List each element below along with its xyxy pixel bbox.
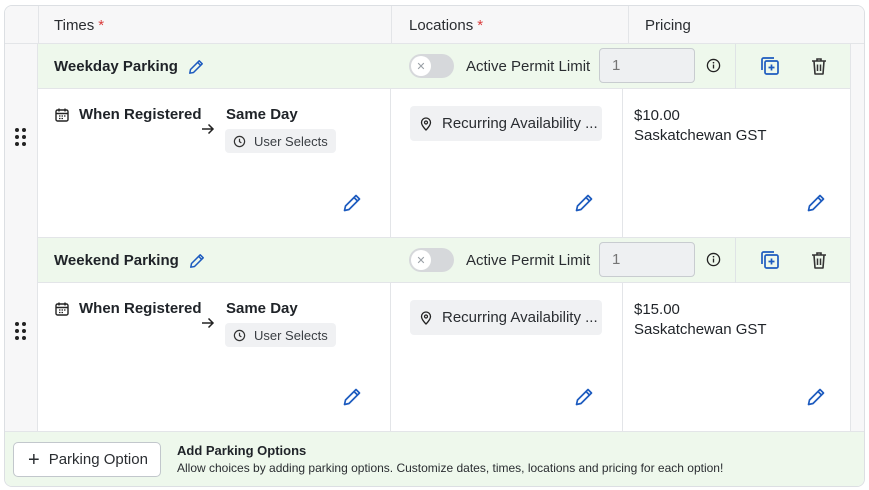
edit-pricing-pencil-icon[interactable] (806, 387, 826, 412)
header-action-divider (735, 238, 736, 283)
user-selects-chip: User Selects (225, 323, 336, 347)
table-header: Times * Locations * Pricing (5, 6, 864, 44)
permit-limit-label: Active Permit Limit (466, 58, 591, 75)
calendar-icon (55, 302, 69, 316)
add-button-label: Parking Option (48, 451, 148, 468)
drag-handle-icon[interactable] (15, 322, 27, 342)
info-icon[interactable] (706, 252, 721, 272)
column-divider (390, 283, 391, 432)
trash-icon[interactable] (808, 55, 830, 82)
header-pricing-label: Pricing (645, 16, 691, 34)
header-action-divider (735, 44, 736, 89)
option-header: Weekend Parking ✕ Active Permit Limit (38, 238, 850, 283)
header-divider (38, 6, 39, 44)
edit-locations-pencil-icon[interactable] (574, 193, 594, 218)
edit-times-pencil-icon[interactable] (342, 193, 362, 218)
user-selects-chip: User Selects (225, 129, 336, 153)
pricing-cell: $15.00 Saskatchewan GST (634, 300, 767, 340)
header-times: Times * (54, 6, 104, 44)
arrow-right-icon (201, 316, 215, 334)
time-start-label: When Registered (79, 300, 202, 317)
clock-icon (233, 329, 246, 341)
permit-limit-input[interactable] (599, 48, 695, 83)
toggle-off-x-icon: ✕ (411, 250, 431, 270)
tax-label: Saskatchewan GST (634, 321, 767, 338)
drag-handle-icon[interactable] (15, 128, 27, 148)
location-chip[interactable]: Recurring Availability ... (410, 300, 602, 335)
price-value: $15.00 (634, 301, 680, 318)
price-value: $10.00 (634, 107, 680, 124)
plus-icon: + (28, 448, 40, 471)
header-times-label: Times (54, 16, 95, 34)
duplicate-icon[interactable] (759, 55, 781, 82)
time-chip-label: User Selects (254, 327, 328, 343)
option-title: Weekend Parking (54, 238, 205, 283)
footer-description: Allow choices by adding parking options.… (177, 461, 724, 475)
column-divider (390, 89, 391, 238)
header-divider (391, 6, 392, 44)
parking-options-table: Times * Locations * Pricing Weekday Parkin… (4, 5, 865, 487)
location-label: Recurring Availability ... (442, 115, 598, 132)
clock-icon (233, 135, 246, 147)
time-end-label: Same Day (226, 300, 298, 317)
option-title-text: Weekday Parking (54, 58, 178, 75)
header-locations: Locations * (409, 6, 483, 44)
time-start: When Registered (54, 106, 202, 123)
option-body: When Registered Same Day User Selects Re… (38, 89, 850, 238)
required-mark: * (477, 16, 484, 34)
location-chip[interactable]: Recurring Availability ... (410, 106, 602, 141)
calendar-icon (55, 108, 69, 122)
row-gutter (5, 44, 38, 431)
toggle-off-x-icon: ✕ (411, 56, 431, 76)
option-body: When Registered Same Day User Selects Re… (38, 283, 850, 432)
option-title-text: Weekend Parking (54, 252, 179, 269)
header-pricing: Pricing (645, 6, 691, 44)
edit-title-pencil-icon[interactable] (188, 59, 204, 75)
time-start: When Registered (54, 300, 202, 317)
footer-title: Add Parking Options (177, 443, 307, 458)
time-end-label: Same Day (226, 106, 298, 123)
right-scroll-edge (850, 44, 864, 431)
edit-locations-pencil-icon[interactable] (574, 387, 594, 412)
required-mark: * (98, 16, 105, 34)
tax-label: Saskatchewan GST (634, 127, 767, 144)
edit-times-pencil-icon[interactable] (342, 387, 362, 412)
permit-limit-label: Active Permit Limit (466, 252, 591, 269)
add-option-footer: + Parking Option Add Parking Options All… (5, 431, 864, 486)
location-pin-icon (420, 116, 432, 131)
permit-limit-input[interactable] (599, 242, 695, 277)
column-divider (622, 89, 623, 238)
info-icon[interactable] (706, 58, 721, 78)
permit-limit-toggle[interactable]: ✕ (409, 248, 454, 272)
duplicate-icon[interactable] (759, 249, 781, 276)
pricing-cell: $10.00 Saskatchewan GST (634, 106, 767, 146)
location-pin-icon (420, 310, 432, 325)
time-start-label: When Registered (79, 106, 202, 123)
location-label: Recurring Availability ... (442, 309, 598, 326)
add-parking-option-button[interactable]: + Parking Option (13, 442, 161, 477)
option-header: Weekday Parking ✕ Active Permit Limit (38, 44, 850, 89)
edit-pricing-pencil-icon[interactable] (806, 193, 826, 218)
permit-limit-toggle[interactable]: ✕ (409, 54, 454, 78)
edit-title-pencil-icon[interactable] (189, 253, 205, 269)
option-title: Weekday Parking (54, 44, 204, 89)
header-divider (628, 6, 629, 44)
trash-icon[interactable] (808, 249, 830, 276)
column-divider (622, 283, 623, 432)
time-chip-label: User Selects (254, 133, 328, 149)
arrow-right-icon (201, 122, 215, 140)
header-locations-label: Locations (409, 16, 474, 34)
